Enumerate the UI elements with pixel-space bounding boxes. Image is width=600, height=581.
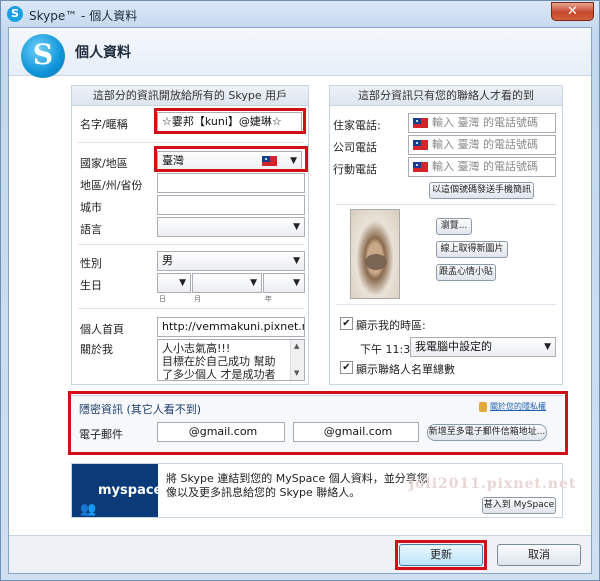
skype-window: S Skype™ - 個人資料 ✕ S 個人資料 這部分的資訊開放給所有的 Sk… bbox=[0, 0, 600, 581]
privacy-highlight-box bbox=[68, 391, 568, 455]
close-button[interactable]: ✕ bbox=[551, 2, 594, 21]
verify-mobile-button[interactable]: 以這個號碼發送手機簡訊 bbox=[429, 182, 534, 199]
about-textarea[interactable]: 人小志氣高!!! 目標在於自己成功 幫助 了多少個人 才是成功者 bbox=[157, 339, 305, 381]
about-label: 關於我 bbox=[80, 343, 113, 356]
myspace-logo: 👥 myspace. bbox=[72, 464, 167, 517]
cancel-button[interactable]: 取消 bbox=[497, 544, 581, 566]
language-select[interactable]: ▼ bbox=[157, 217, 305, 237]
online-photo-button[interactable]: 線上取得新圖片 bbox=[436, 241, 508, 258]
homepage-label: 個人首頁 bbox=[80, 323, 124, 336]
country-label: 國家/地區 bbox=[80, 157, 128, 170]
show-contacts-label: 顯示聯絡人名單總數 bbox=[356, 363, 455, 376]
birthday-year-unit: 年 bbox=[265, 295, 272, 303]
mood-button[interactable]: 跟孟心情小貼 bbox=[436, 264, 496, 281]
birthday-month-select[interactable]: ▼ bbox=[192, 273, 262, 293]
myspace-text-line-2: 像以及更多訊息給您的 Skype 聯絡人。 bbox=[166, 486, 361, 499]
header-band: S 個人資料 bbox=[9, 28, 591, 78]
chevron-down-icon: ▼ bbox=[179, 278, 186, 288]
gender-value: 男 bbox=[162, 254, 173, 267]
mobile-phone-input[interactable]: 輸入 臺灣 的電話號碼 bbox=[408, 157, 556, 177]
chevron-down-icon: ▼ bbox=[293, 222, 300, 232]
taiwan-flag-icon bbox=[413, 118, 428, 128]
divider bbox=[336, 304, 556, 305]
contacts-only-heading: 這部分資訊只有您的聯絡人才看的到 bbox=[330, 86, 562, 106]
page-title: 個人資料 bbox=[75, 45, 131, 61]
show-timezone-label: 顯示我的時區: bbox=[356, 319, 426, 332]
update-highlight-box bbox=[395, 540, 487, 570]
name-highlight-box bbox=[154, 108, 306, 134]
mobile-phone-label: 行動電話 bbox=[333, 163, 377, 176]
mobile-phone-placeholder: 輸入 臺灣 的電話號碼 bbox=[432, 160, 538, 173]
show-contacts-checkbox[interactable]: ✔ bbox=[340, 361, 353, 374]
profile-dialog: S 個人資料 這部分的資訊開放給所有的 Skype 用戶 名字/暱稱 ☆霎邦【k… bbox=[8, 27, 592, 574]
watermark: joli2011.pixnet.net bbox=[409, 476, 577, 492]
name-label: 名字/暱稱 bbox=[80, 118, 128, 131]
birthday-year-select[interactable]: ▼ bbox=[263, 273, 305, 293]
profile-picture bbox=[350, 209, 400, 299]
home-phone-placeholder: 輸入 臺灣 的電話號碼 bbox=[432, 116, 538, 129]
myspace-people-icon: 👥 bbox=[80, 502, 97, 517]
skype-logo-icon: S bbox=[21, 34, 65, 78]
about-line: 了多少個人 才是成功者 bbox=[162, 368, 276, 381]
timezone-value: 我電腦中設定的 bbox=[415, 340, 492, 353]
taiwan-flag-icon bbox=[413, 140, 428, 150]
gender-label: 性別 bbox=[80, 257, 102, 270]
city-label: 城市 bbox=[80, 201, 102, 214]
office-phone-placeholder: 輸入 臺灣 的電話號碼 bbox=[432, 138, 538, 151]
region-label: 地區/州/省份 bbox=[80, 179, 143, 192]
taiwan-flag-icon bbox=[413, 162, 428, 172]
browse-button[interactable]: 瀏覽... bbox=[436, 218, 472, 235]
skype-app-icon: S bbox=[7, 6, 23, 22]
show-timezone-checkbox[interactable]: ✔ bbox=[340, 317, 353, 330]
divider bbox=[78, 308, 304, 309]
window-title: Skype™ - 個人資料 bbox=[29, 9, 138, 23]
birthday-day-unit: 日 bbox=[159, 295, 166, 303]
city-input[interactable] bbox=[157, 195, 305, 215]
private-contacts-panel: 這部分資訊只有您的聯絡人才看的到 住家電話: 輸入 臺灣 的電話號碼 公司電話 … bbox=[329, 85, 563, 385]
divider bbox=[78, 244, 304, 245]
divider bbox=[336, 204, 556, 205]
chevron-down-icon: ▼ bbox=[293, 278, 300, 288]
gender-select[interactable]: 男 ▼ bbox=[157, 251, 305, 271]
birthday-day-select[interactable]: ▼ bbox=[157, 273, 191, 293]
local-time: 下午 11:33 bbox=[360, 343, 418, 356]
title-bar: S Skype™ - 個人資料 ✕ bbox=[1, 1, 599, 27]
dialog-footer: 更新 取消 bbox=[9, 535, 591, 573]
about-scrollbar[interactable] bbox=[290, 340, 304, 380]
birthday-label: 生日 bbox=[80, 279, 102, 292]
myspace-logo-text: myspace. bbox=[98, 483, 168, 498]
office-phone-label: 公司電話 bbox=[333, 141, 377, 154]
chevron-down-icon: ▼ bbox=[293, 256, 300, 266]
timezone-select[interactable]: 我電腦中設定的 ▼ bbox=[410, 337, 556, 357]
homepage-input[interactable]: http://vemmakuni.pixnet.net/blog bbox=[157, 317, 305, 337]
about-line: 人小志氣高!!! bbox=[162, 342, 231, 355]
office-phone-input[interactable]: 輸入 臺灣 的電話號碼 bbox=[408, 135, 556, 155]
chevron-down-icon: ▼ bbox=[250, 278, 257, 288]
kitten-face bbox=[365, 254, 387, 270]
language-label: 語言 bbox=[80, 223, 102, 236]
about-line: 目標在於自己成功 幫助 bbox=[162, 355, 276, 368]
divider bbox=[78, 142, 304, 143]
home-phone-label: 住家電話: bbox=[333, 119, 381, 132]
public-info-heading: 這部分的資訊開放給所有的 Skype 用戶 bbox=[72, 86, 308, 106]
home-phone-input[interactable]: 輸入 臺灣 的電話號碼 bbox=[408, 113, 556, 133]
country-highlight-box bbox=[154, 146, 308, 172]
join-myspace-button[interactable]: 甚入到 MySpace bbox=[482, 497, 556, 514]
birthday-month-unit: 月 bbox=[194, 295, 201, 303]
region-input[interactable] bbox=[157, 173, 305, 193]
chevron-down-icon: ▼ bbox=[544, 342, 551, 352]
